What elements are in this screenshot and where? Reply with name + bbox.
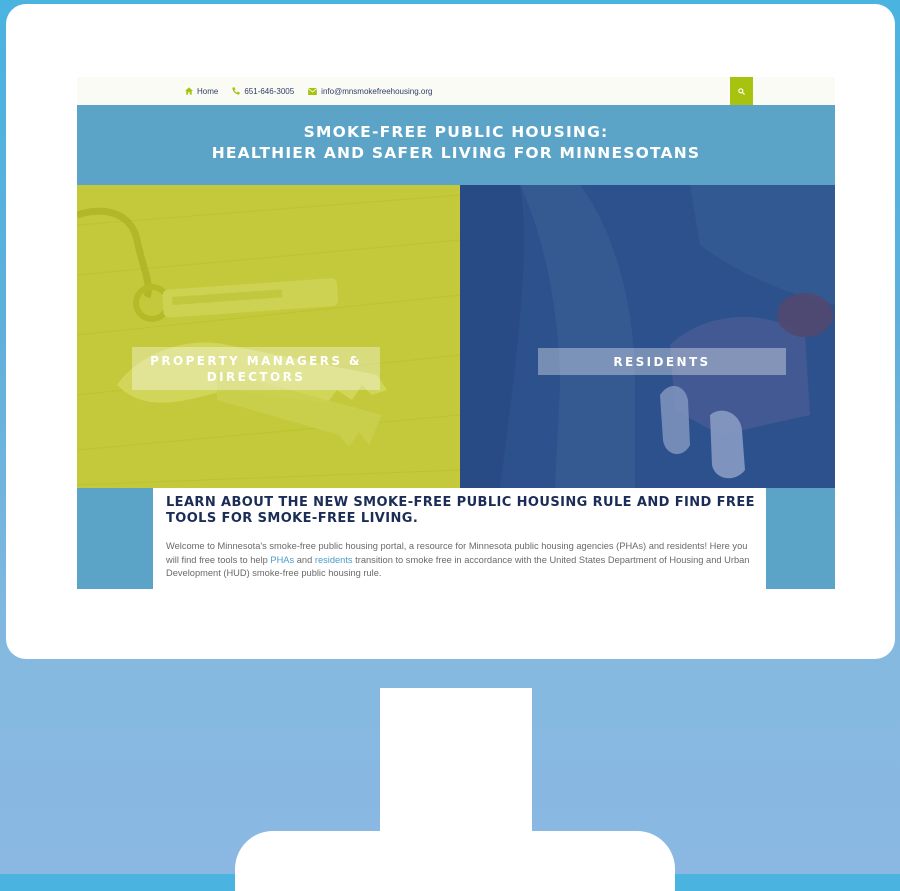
hero-banner: SMOKE-FREE PUBLIC HOUSING: HEALTHIER AND… [77, 105, 835, 185]
residents-link[interactable]: residents [315, 555, 353, 565]
envelope-icon [308, 87, 318, 95]
phone-link[interactable]: 651-646-3005 [232, 87, 294, 96]
intro-section: LEARN ABOUT THE NEW SMOKE-FREE PUBLIC HO… [153, 488, 766, 589]
phone-icon [232, 87, 240, 95]
property-managers-panel[interactable]: PROPERTY MANAGERS & DIRECTORS [77, 185, 460, 488]
phone-number: 651-646-3005 [244, 86, 295, 96]
intro-text-and: and [294, 554, 315, 565]
residents-panel[interactable]: RESIDENTS [460, 185, 835, 488]
phas-link[interactable]: PHAs [270, 555, 294, 565]
email-address: info@mnsmokefreehousing.org [321, 86, 433, 96]
monitor-stand-base [235, 831, 675, 891]
search-button[interactable] [730, 77, 753, 105]
contact-links: Home 651-646-3005 info@mnsmokefreehousin… [185, 77, 446, 105]
home-link[interactable]: Home [185, 87, 218, 96]
search-icon [738, 87, 745, 95]
website-screenshot: Home 651-646-3005 info@mnsmokefreehousin… [77, 77, 835, 589]
title-line-2: HEALTHIER AND SAFER LIVING FOR MINNESOTA… [211, 144, 701, 162]
intro-heading: LEARN ABOUT THE NEW SMOKE-FREE PUBLIC HO… [166, 495, 755, 526]
residents-button[interactable]: RESIDENTS [538, 348, 786, 375]
page-title: SMOKE-FREE PUBLIC HOUSING: HEALTHIER AND… [77, 122, 835, 164]
email-link[interactable]: info@mnsmokefreehousing.org [308, 87, 432, 96]
title-line-1: SMOKE-FREE PUBLIC HOUSING: [303, 123, 609, 141]
top-contact-bar: Home 651-646-3005 info@mnsmokefreehousin… [77, 77, 835, 106]
intro-paragraph: Welcome to Minnesota's smoke-free public… [166, 540, 758, 581]
keys-photo-image [77, 185, 460, 488]
home-link-label: Home [197, 86, 219, 96]
residents-photo-image [460, 185, 835, 488]
home-icon [185, 87, 193, 95]
property-managers-button[interactable]: PROPERTY MANAGERS & DIRECTORS [132, 347, 380, 390]
monitor-stand-neck [380, 688, 532, 833]
